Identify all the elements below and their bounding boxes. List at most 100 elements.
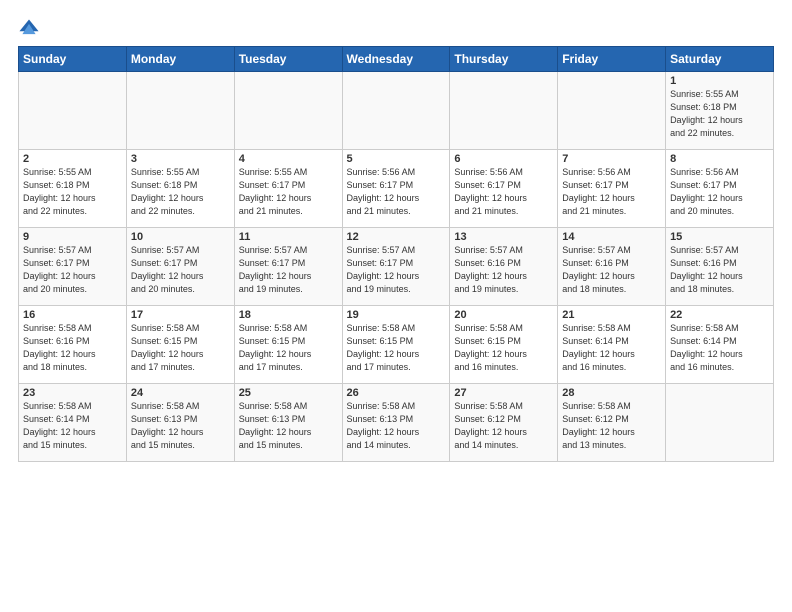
- calendar-cell: [126, 72, 234, 150]
- day-number: 2: [23, 153, 122, 165]
- day-number: 4: [239, 153, 338, 165]
- day-number: 26: [347, 387, 446, 399]
- calendar-cell: 17Sunrise: 5:58 AM Sunset: 6:15 PM Dayli…: [126, 306, 234, 384]
- calendar-cell: 15Sunrise: 5:57 AM Sunset: 6:16 PM Dayli…: [666, 228, 774, 306]
- day-number: 28: [562, 387, 661, 399]
- day-info: Sunrise: 5:58 AM Sunset: 6:16 PM Dayligh…: [23, 322, 122, 374]
- day-info: Sunrise: 5:58 AM Sunset: 6:13 PM Dayligh…: [131, 400, 230, 452]
- logo: [18, 18, 44, 40]
- calendar-cell: 11Sunrise: 5:57 AM Sunset: 6:17 PM Dayli…: [234, 228, 342, 306]
- day-number: 21: [562, 309, 661, 321]
- week-row-2: 2Sunrise: 5:55 AM Sunset: 6:18 PM Daylig…: [19, 150, 774, 228]
- day-header-sunday: Sunday: [19, 47, 127, 72]
- calendar-cell: 27Sunrise: 5:58 AM Sunset: 6:12 PM Dayli…: [450, 384, 558, 462]
- day-number: 8: [670, 153, 769, 165]
- calendar-cell: 8Sunrise: 5:56 AM Sunset: 6:17 PM Daylig…: [666, 150, 774, 228]
- day-info: Sunrise: 5:58 AM Sunset: 6:12 PM Dayligh…: [454, 400, 553, 452]
- calendar-cell: 14Sunrise: 5:57 AM Sunset: 6:16 PM Dayli…: [558, 228, 666, 306]
- day-number: 17: [131, 309, 230, 321]
- day-number: 9: [23, 231, 122, 243]
- calendar-cell: 16Sunrise: 5:58 AM Sunset: 6:16 PM Dayli…: [19, 306, 127, 384]
- day-header-tuesday: Tuesday: [234, 47, 342, 72]
- calendar-cell: 2Sunrise: 5:55 AM Sunset: 6:18 PM Daylig…: [19, 150, 127, 228]
- day-number: 3: [131, 153, 230, 165]
- calendar-cell: 9Sunrise: 5:57 AM Sunset: 6:17 PM Daylig…: [19, 228, 127, 306]
- calendar-cell: 5Sunrise: 5:56 AM Sunset: 6:17 PM Daylig…: [342, 150, 450, 228]
- calendar-cell: 25Sunrise: 5:58 AM Sunset: 6:13 PM Dayli…: [234, 384, 342, 462]
- day-info: Sunrise: 5:57 AM Sunset: 6:17 PM Dayligh…: [347, 244, 446, 296]
- calendar-cell: 21Sunrise: 5:58 AM Sunset: 6:14 PM Dayli…: [558, 306, 666, 384]
- day-number: 25: [239, 387, 338, 399]
- day-number: 1: [670, 75, 769, 87]
- day-info: Sunrise: 5:57 AM Sunset: 6:17 PM Dayligh…: [239, 244, 338, 296]
- day-number: 23: [23, 387, 122, 399]
- day-info: Sunrise: 5:58 AM Sunset: 6:12 PM Dayligh…: [562, 400, 661, 452]
- day-number: 5: [347, 153, 446, 165]
- calendar-cell: 6Sunrise: 5:56 AM Sunset: 6:17 PM Daylig…: [450, 150, 558, 228]
- calendar-cell: 13Sunrise: 5:57 AM Sunset: 6:16 PM Dayli…: [450, 228, 558, 306]
- main-container: SundayMondayTuesdayWednesdayThursdayFrid…: [0, 0, 792, 472]
- calendar-cell: [342, 72, 450, 150]
- calendar-cell: 18Sunrise: 5:58 AM Sunset: 6:15 PM Dayli…: [234, 306, 342, 384]
- day-info: Sunrise: 5:57 AM Sunset: 6:17 PM Dayligh…: [23, 244, 122, 296]
- day-info: Sunrise: 5:57 AM Sunset: 6:16 PM Dayligh…: [454, 244, 553, 296]
- day-number: 19: [347, 309, 446, 321]
- day-info: Sunrise: 5:58 AM Sunset: 6:13 PM Dayligh…: [239, 400, 338, 452]
- day-info: Sunrise: 5:57 AM Sunset: 6:17 PM Dayligh…: [131, 244, 230, 296]
- calendar-cell: 28Sunrise: 5:58 AM Sunset: 6:12 PM Dayli…: [558, 384, 666, 462]
- calendar-cell: 24Sunrise: 5:58 AM Sunset: 6:13 PM Dayli…: [126, 384, 234, 462]
- calendar-table: SundayMondayTuesdayWednesdayThursdayFrid…: [18, 46, 774, 462]
- day-info: Sunrise: 5:56 AM Sunset: 6:17 PM Dayligh…: [562, 166, 661, 218]
- day-number: 16: [23, 309, 122, 321]
- day-number: 12: [347, 231, 446, 243]
- day-info: Sunrise: 5:57 AM Sunset: 6:16 PM Dayligh…: [670, 244, 769, 296]
- day-number: 18: [239, 309, 338, 321]
- day-number: 13: [454, 231, 553, 243]
- day-number: 7: [562, 153, 661, 165]
- day-info: Sunrise: 5:58 AM Sunset: 6:15 PM Dayligh…: [239, 322, 338, 374]
- week-row-5: 23Sunrise: 5:58 AM Sunset: 6:14 PM Dayli…: [19, 384, 774, 462]
- day-info: Sunrise: 5:56 AM Sunset: 6:17 PM Dayligh…: [347, 166, 446, 218]
- day-info: Sunrise: 5:57 AM Sunset: 6:16 PM Dayligh…: [562, 244, 661, 296]
- day-info: Sunrise: 5:55 AM Sunset: 6:18 PM Dayligh…: [23, 166, 122, 218]
- day-info: Sunrise: 5:58 AM Sunset: 6:15 PM Dayligh…: [347, 322, 446, 374]
- day-number: 15: [670, 231, 769, 243]
- calendar-cell: [234, 72, 342, 150]
- day-info: Sunrise: 5:58 AM Sunset: 6:14 PM Dayligh…: [23, 400, 122, 452]
- day-number: 10: [131, 231, 230, 243]
- logo-icon: [18, 18, 40, 40]
- calendar-cell: 12Sunrise: 5:57 AM Sunset: 6:17 PM Dayli…: [342, 228, 450, 306]
- calendar-cell: 7Sunrise: 5:56 AM Sunset: 6:17 PM Daylig…: [558, 150, 666, 228]
- calendar-cell: 4Sunrise: 5:55 AM Sunset: 6:17 PM Daylig…: [234, 150, 342, 228]
- day-number: 6: [454, 153, 553, 165]
- calendar-cell: 3Sunrise: 5:55 AM Sunset: 6:18 PM Daylig…: [126, 150, 234, 228]
- day-number: 24: [131, 387, 230, 399]
- day-header-friday: Friday: [558, 47, 666, 72]
- day-header-saturday: Saturday: [666, 47, 774, 72]
- day-info: Sunrise: 5:58 AM Sunset: 6:15 PM Dayligh…: [131, 322, 230, 374]
- day-info: Sunrise: 5:55 AM Sunset: 6:18 PM Dayligh…: [131, 166, 230, 218]
- day-info: Sunrise: 5:55 AM Sunset: 6:18 PM Dayligh…: [670, 88, 769, 140]
- day-info: Sunrise: 5:58 AM Sunset: 6:14 PM Dayligh…: [670, 322, 769, 374]
- calendar-cell: 10Sunrise: 5:57 AM Sunset: 6:17 PM Dayli…: [126, 228, 234, 306]
- header: [18, 18, 774, 40]
- day-header-thursday: Thursday: [450, 47, 558, 72]
- calendar-cell: 20Sunrise: 5:58 AM Sunset: 6:15 PM Dayli…: [450, 306, 558, 384]
- calendar-cell: 22Sunrise: 5:58 AM Sunset: 6:14 PM Dayli…: [666, 306, 774, 384]
- day-number: 22: [670, 309, 769, 321]
- day-info: Sunrise: 5:56 AM Sunset: 6:17 PM Dayligh…: [670, 166, 769, 218]
- calendar-cell: [450, 72, 558, 150]
- day-info: Sunrise: 5:56 AM Sunset: 6:17 PM Dayligh…: [454, 166, 553, 218]
- day-number: 11: [239, 231, 338, 243]
- day-number: 27: [454, 387, 553, 399]
- calendar-cell: 26Sunrise: 5:58 AM Sunset: 6:13 PM Dayli…: [342, 384, 450, 462]
- week-row-3: 9Sunrise: 5:57 AM Sunset: 6:17 PM Daylig…: [19, 228, 774, 306]
- day-header-monday: Monday: [126, 47, 234, 72]
- calendar-cell: [19, 72, 127, 150]
- calendar-cell: 1Sunrise: 5:55 AM Sunset: 6:18 PM Daylig…: [666, 72, 774, 150]
- week-row-1: 1Sunrise: 5:55 AM Sunset: 6:18 PM Daylig…: [19, 72, 774, 150]
- week-row-4: 16Sunrise: 5:58 AM Sunset: 6:16 PM Dayli…: [19, 306, 774, 384]
- day-info: Sunrise: 5:58 AM Sunset: 6:15 PM Dayligh…: [454, 322, 553, 374]
- calendar-cell: 19Sunrise: 5:58 AM Sunset: 6:15 PM Dayli…: [342, 306, 450, 384]
- calendar-cell: [666, 384, 774, 462]
